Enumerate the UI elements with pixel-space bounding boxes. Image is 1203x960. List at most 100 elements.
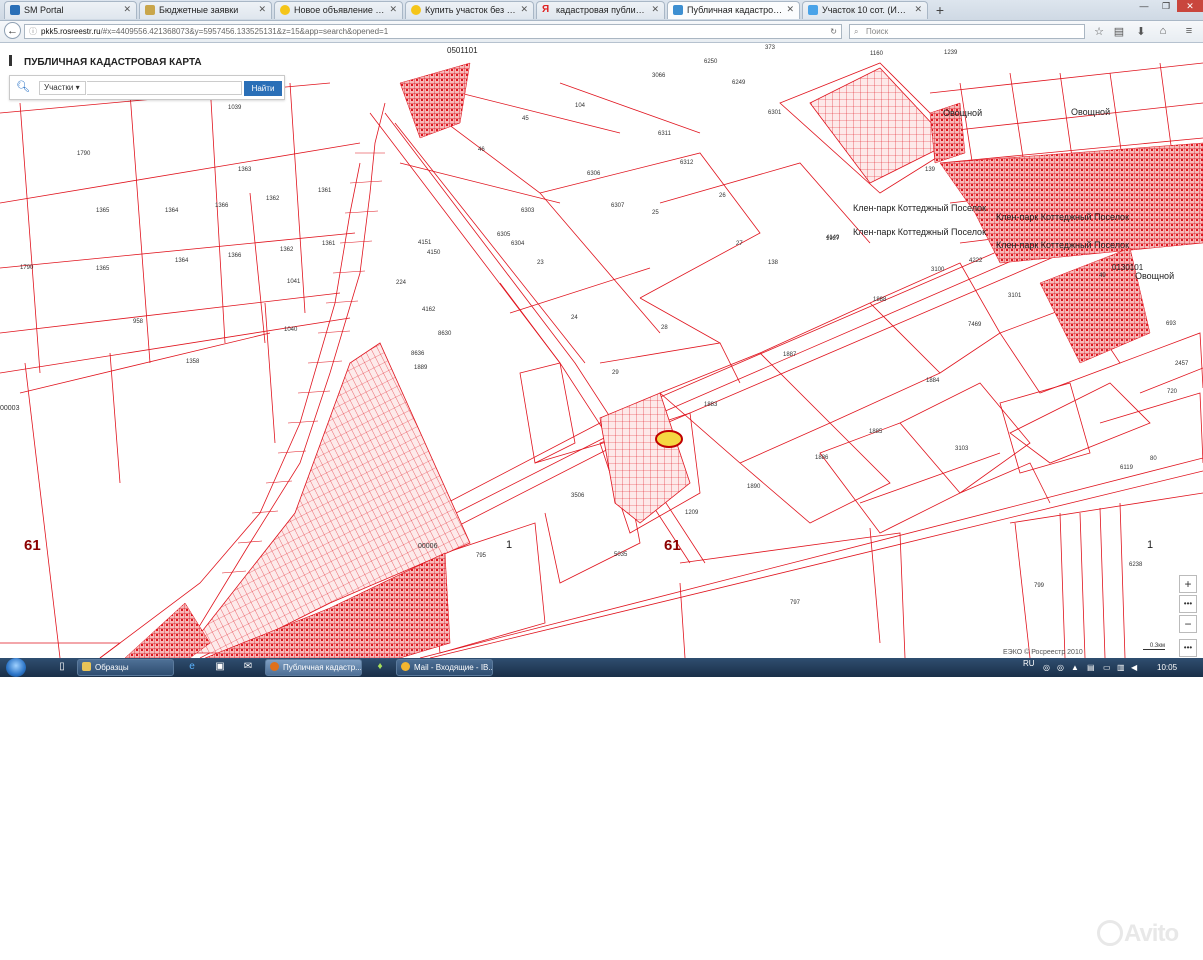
parcel-number-label[interactable]: 80 (1150, 456, 1157, 462)
parcel-number-label[interactable]: 1887 (783, 352, 796, 358)
network-tray-icon[interactable]: ▥ (1117, 658, 1125, 677)
parcel-number-label[interactable]: 6238 (1129, 562, 1142, 568)
tray-icon[interactable]: ▤ (1087, 658, 1095, 677)
parcel-number-label[interactable]: 1790 (77, 151, 90, 157)
parcel-number-label[interactable]: 5035 (614, 552, 627, 558)
parcel-number-label[interactable]: 373 (765, 45, 775, 51)
parcel-number-label[interactable]: 1160 (870, 51, 883, 57)
parcel-number-label[interactable]: 8630 (438, 331, 451, 337)
parcel-number-label[interactable]: 958 (133, 319, 143, 325)
parcel-number-label[interactable]: 4162 (422, 307, 435, 313)
battery-icon[interactable]: ▭ (1103, 658, 1111, 677)
parcel-number-label[interactable]: 8636 (411, 351, 424, 357)
parcel-number-label[interactable]: 1239 (944, 50, 957, 56)
close-window-button[interactable]: ✕ (1177, 0, 1203, 12)
minimize-button[interactable]: — (1133, 0, 1155, 12)
parcel-number-label[interactable]: 720 (1167, 389, 1177, 395)
parcel-number-label[interactable]: 1889 (414, 365, 427, 371)
tab-sm-portal[interactable]: SM Portal ✕ (4, 1, 137, 19)
close-icon[interactable]: ✕ (651, 4, 659, 15)
parcel-number-label[interactable]: 49 (1099, 273, 1106, 279)
download-icon[interactable]: ⬇ (1133, 25, 1149, 38)
tab-cadastral-search[interactable]: Я кадастровая публичная к... ✕ (536, 1, 665, 19)
tab-budget[interactable]: Бюджетные заявки ✕ (139, 1, 272, 19)
tray-icon[interactable]: ◎ (1057, 658, 1064, 677)
new-tab-button[interactable]: + (931, 2, 949, 18)
parcel-number-label[interactable]: 1885 (869, 429, 882, 435)
parcel-number-label[interactable]: 3100 (931, 267, 944, 273)
menu-icon[interactable]: ≡ (1181, 25, 1197, 37)
parcel-number-label[interactable]: 1358 (186, 359, 199, 365)
parcel-number-label[interactable]: 6304 (511, 241, 524, 247)
parcel-number-label[interactable]: 6305 (497, 232, 510, 238)
home-icon[interactable]: ⌂ (1155, 25, 1171, 37)
parcel-number-label[interactable]: 6119 (1120, 465, 1133, 471)
zoom-slider-handle[interactable]: ••• (1179, 595, 1197, 613)
parcel-number-label[interactable]: 1366 (215, 203, 228, 209)
maximize-button[interactable]: ❐ (1155, 0, 1177, 12)
parcel-number-label[interactable]: 139 (925, 167, 935, 173)
network-icon[interactable]: ▣ (214, 661, 226, 673)
show-desktop-icon[interactable]: ▯ (56, 661, 68, 673)
parcel-number-label[interactable]: 24 (571, 315, 578, 321)
parcel-number-label[interactable]: 1363 (238, 167, 251, 173)
parcel-number-label[interactable]: 6306 (587, 171, 600, 177)
parcel-number-label[interactable]: 2457 (1175, 361, 1188, 367)
parcel-number-label[interactable]: 6307 (611, 203, 624, 209)
parcel-number-label[interactable]: 797 (790, 600, 800, 606)
parcel-number-label[interactable]: 28 (661, 325, 668, 331)
volume-icon[interactable]: ◀ (1131, 658, 1137, 677)
parcel-number-label[interactable]: 27 (736, 241, 743, 247)
site-info-icon[interactable]: ⓘ (29, 25, 37, 38)
more-tools-button[interactable]: ••• (1179, 639, 1197, 657)
system-clock[interactable]: 10:05 (1157, 658, 1177, 677)
zoom-in-button[interactable]: + (1179, 575, 1197, 593)
parcel-number-label[interactable]: 29 (612, 370, 619, 376)
parcel-number-label[interactable]: 1041 (287, 279, 300, 285)
parcel-number-label[interactable]: 46 (478, 147, 485, 153)
back-button[interactable]: ← (4, 22, 21, 39)
parcel-number-label[interactable]: 1361 (322, 241, 335, 247)
parcel-number-label[interactable]: 26 (719, 193, 726, 199)
parcel-number-label[interactable]: 1039 (228, 105, 241, 111)
parcel-number-label[interactable]: 23 (537, 260, 544, 266)
parcel-number-label[interactable]: 6311 (658, 131, 671, 137)
parcel-number-label[interactable]: 1209 (685, 510, 698, 516)
internet-explorer-icon[interactable]: e (186, 661, 198, 673)
browser-search-input[interactable]: ⌕ Поиск (849, 24, 1085, 39)
parcel-number-label[interactable]: 1362 (280, 247, 293, 253)
parcel-number-label[interactable]: 1364 (165, 208, 178, 214)
parcel-number-label[interactable]: 4151 (418, 240, 431, 246)
parcel-number-label[interactable]: 1365 (96, 266, 109, 272)
parcel-number-label[interactable]: 3103 (955, 446, 968, 452)
parcel-number-label[interactable]: 7469 (968, 322, 981, 328)
tray-icon[interactable]: ▲ (1071, 658, 1079, 677)
tab-yandex-new-ad[interactable]: Новое объявление — Янд... ✕ (274, 1, 403, 19)
parcel-number-label[interactable]: 104 (575, 103, 585, 109)
parcel-number-label[interactable]: 45 (522, 116, 529, 122)
parcel-number-label[interactable]: 1790 (20, 265, 33, 271)
parcel-number-label[interactable]: 25 (652, 210, 659, 216)
parcel-number-label[interactable]: 224 (396, 280, 406, 286)
parcel-number-label[interactable]: 1884 (926, 378, 939, 384)
parcel-number-label[interactable]: 1886 (815, 455, 828, 461)
bookmark-star-icon[interactable]: ☆ (1091, 25, 1107, 38)
parcel-number-label[interactable]: 1040 (284, 327, 297, 333)
tray-icon[interactable]: ◎ (1043, 658, 1050, 677)
close-icon[interactable]: ✕ (389, 4, 397, 15)
close-icon[interactable]: ✕ (258, 4, 266, 15)
parcel-number-label[interactable]: 4149 (826, 235, 839, 241)
reading-list-icon[interactable]: ▤ (1111, 25, 1127, 38)
close-icon[interactable]: ✕ (520, 4, 528, 15)
parcel-number-label[interactable]: 1365 (96, 208, 109, 214)
zoom-out-button[interactable]: − (1179, 615, 1197, 633)
parcel-number-label[interactable]: 1366 (228, 253, 241, 259)
parcel-number-label[interactable]: 6312 (680, 160, 693, 166)
tab-buy-plot[interactable]: Купить участок без посре... ✕ (405, 1, 534, 19)
outlook-icon[interactable]: ✉ (242, 661, 254, 673)
parcel-number-label[interactable]: 1361 (318, 188, 331, 194)
parcel-number-label[interactable]: 6249 (732, 80, 745, 86)
parcel-number-label[interactable]: 6301 (768, 110, 781, 116)
parcel-number-label[interactable]: 6303 (521, 208, 534, 214)
parcel-number-label[interactable]: 1888 (873, 297, 886, 303)
